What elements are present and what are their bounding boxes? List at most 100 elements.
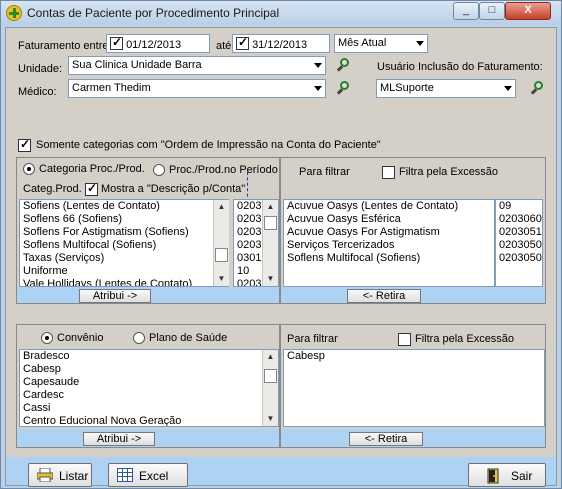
date-to-checkbox[interactable] — [236, 35, 249, 50]
date-from-field[interactable]: 01/12/2013 — [106, 34, 210, 53]
spreadsheet-icon — [117, 468, 133, 482]
convenios-scrollbar[interactable]: ▲ ▼ — [262, 350, 278, 426]
convenios-list[interactable]: Bradesco Cabesp Capesaude Cardesc Cassi Centr… — [19, 349, 279, 427]
chevron-down-icon — [314, 63, 322, 68]
scroll-down-icon[interactable]: ▼ — [263, 272, 278, 286]
medico-label: Médico: — [18, 86, 57, 98]
chevron-down-icon — [416, 41, 424, 46]
selected-code-item[interactable]: 0203051 — [496, 226, 542, 239]
medico-value: Carmen Thedim — [72, 82, 151, 94]
scroll-up-icon[interactable]: ▲ — [263, 200, 278, 214]
categoria-list-item[interactable]: Vale Hollidays (Lentes de Contato) — [20, 278, 228, 286]
scroll-thumb[interactable] — [215, 248, 228, 262]
para-filtrar-convenios-label: Para filtrar — [287, 333, 338, 345]
atribui-categorias-button[interactable]: Atribui -> — [79, 289, 151, 303]
period-value: Mês Atual — [338, 37, 387, 49]
maximize-button[interactable]: □ — [479, 2, 505, 20]
convenio-radio[interactable] — [41, 332, 53, 344]
excessao-convenios-label: Filtra pela Excessão — [415, 333, 515, 345]
periodo-radio-label: Proc./Prod.no Período — [169, 164, 278, 176]
window-title: Contas de Paciente por Procedimento Prin… — [27, 6, 280, 20]
plano-radio[interactable] — [133, 332, 145, 344]
selected-categorias-list[interactable]: Acuvue Oasys (Lentes de Contato) Acuvue O… — [283, 199, 495, 287]
categoria-list-item[interactable]: Uniforme — [20, 265, 228, 278]
categorias-panel: Categoria Proc./Prod. Proc./Prod.no Perí… — [16, 157, 280, 304]
date-from-checkbox[interactable] — [110, 35, 123, 50]
convenio-list-item[interactable]: Capesaude — [20, 376, 278, 389]
form-body: Faturamento entre: 01/12/2013 até 31/12/… — [5, 27, 557, 487]
convenio-list-item[interactable]: Cardesc — [20, 389, 278, 402]
selected-categoria-item[interactable]: Acuvue Oasys Esférica — [284, 213, 494, 226]
selected-code-list[interactable]: 09 0203060 0203051 0203050 0203050 — [495, 199, 543, 287]
excel-button[interactable]: Excel — [108, 463, 188, 487]
unidade-label: Unidade: — [18, 63, 63, 75]
atribui-convenios-button[interactable]: Atribui -> — [83, 432, 155, 446]
categoria-list-item[interactable]: Soflens Multifocal (Sofiens) — [20, 239, 228, 252]
usuario-search-icon[interactable] — [528, 80, 546, 98]
selected-code-item[interactable]: 0203050 — [496, 239, 542, 252]
mostra-descricao-label: Mostra a "Descrição p/Conta" — [101, 183, 246, 195]
categ-prod-label: Categ.Prod. — [23, 183, 82, 195]
title-bar: Contas de Paciente por Procedimento Prin… — [1, 1, 561, 25]
medico-search-icon[interactable] — [334, 80, 352, 98]
usuario-value: MLSuporte — [380, 82, 434, 94]
convenio-list-item[interactable]: Bradesco — [20, 350, 278, 363]
unidade-select[interactable]: Sua Clinica Unidade Barra — [68, 56, 326, 75]
scroll-thumb[interactable] — [264, 369, 277, 383]
scroll-up-icon[interactable]: ▲ — [214, 200, 229, 214]
scroll-down-icon[interactable]: ▼ — [214, 272, 229, 286]
chevron-down-icon — [504, 86, 512, 91]
excessao-convenios-checkbox[interactable] — [398, 333, 411, 346]
close-button[interactable]: X — [505, 2, 551, 20]
selected-categoria-item[interactable]: Soflens Multifocal (Sofiens) — [284, 252, 494, 265]
categoria-radio-label: Categoria Proc./Prod. — [39, 163, 145, 175]
minimize-button[interactable]: _ — [453, 2, 479, 20]
selected-convenios-list[interactable]: Cabesp — [283, 349, 545, 427]
selected-categoria-item[interactable]: Serviços Tercerizados — [284, 239, 494, 252]
unidade-value: Sua Clinica Unidade Barra — [72, 59, 202, 71]
scroll-thumb[interactable] — [264, 216, 277, 230]
excessao-checkbox[interactable] — [382, 166, 395, 179]
convenio-list-item[interactable]: Centro Educional Nova Geração — [20, 415, 278, 426]
selected-categoria-item[interactable]: Acuvue Oasys (Lentes de Contato) — [284, 200, 494, 213]
scroll-up-icon[interactable]: ▲ — [263, 350, 278, 364]
categoria-list-item[interactable]: Sofiens (Lentes de Contato) — [20, 200, 228, 213]
listar-button[interactable]: Listar — [28, 463, 92, 487]
selected-convenio-item[interactable]: Cabesp — [284, 350, 544, 363]
retira-categorias-button[interactable]: <- Retira — [347, 289, 421, 303]
sair-button[interactable]: Sair — [468, 463, 546, 487]
excessao-label: Filtra pela Excessão — [399, 166, 499, 178]
categoria-list-item[interactable]: Taxas (Serviços) — [20, 252, 228, 265]
usuario-select[interactable]: MLSuporte — [376, 79, 516, 98]
mostra-descricao-checkbox[interactable] — [85, 181, 98, 196]
exit-door-icon — [487, 468, 503, 484]
faturamento-label: Faturamento entre: — [18, 40, 112, 52]
convenio-list-item[interactable]: Cassi — [20, 402, 278, 415]
column-splitter[interactable] — [247, 172, 248, 202]
date-to-field[interactable]: 31/12/2013 — [232, 34, 330, 53]
date-from-value: 01/12/2013 — [126, 39, 182, 51]
categoria-list-item[interactable]: Soflens For Astigmatism (Sofiens) — [20, 226, 228, 239]
selected-categoria-item[interactable]: Acuvue Oasys For Astigmatism — [284, 226, 494, 239]
plano-radio-label: Plano de Saúde — [149, 332, 228, 344]
retira-convenios-button[interactable]: <- Retira — [349, 432, 423, 446]
selected-code-item[interactable]: 0203050 — [496, 252, 542, 265]
categorias-list[interactable]: Sofiens (Lentes de Contato) Soflens 66 (S… — [19, 199, 229, 287]
categorias-scrollbar[interactable]: ▲ ▼ — [213, 200, 229, 286]
convenio-list-item[interactable]: Cabesp — [20, 363, 278, 376]
ordem-checkbox[interactable] — [18, 137, 31, 152]
scroll-down-icon[interactable]: ▼ — [263, 412, 278, 426]
medico-select[interactable]: Carmen Thedim — [68, 79, 326, 98]
categoria-radio[interactable] — [23, 163, 35, 175]
codes-scrollbar[interactable]: ▲ ▼ — [262, 200, 278, 286]
app-plus-icon — [6, 5, 22, 21]
printer-icon — [36, 467, 54, 483]
unidade-search-icon[interactable] — [334, 57, 352, 75]
periodo-radio[interactable] — [153, 164, 165, 176]
selected-code-item[interactable]: 0203060 — [496, 213, 542, 226]
categoria-list-item[interactable]: Soflens 66 (Sofiens) — [20, 213, 228, 226]
selected-code-item[interactable]: 09 — [496, 200, 542, 213]
period-select[interactable]: Mês Atual — [334, 34, 428, 53]
convenios-filter-panel: Para filtrar Filtra pela Excessão Cabesp… — [280, 324, 546, 448]
excel-label: Excel — [139, 469, 169, 483]
